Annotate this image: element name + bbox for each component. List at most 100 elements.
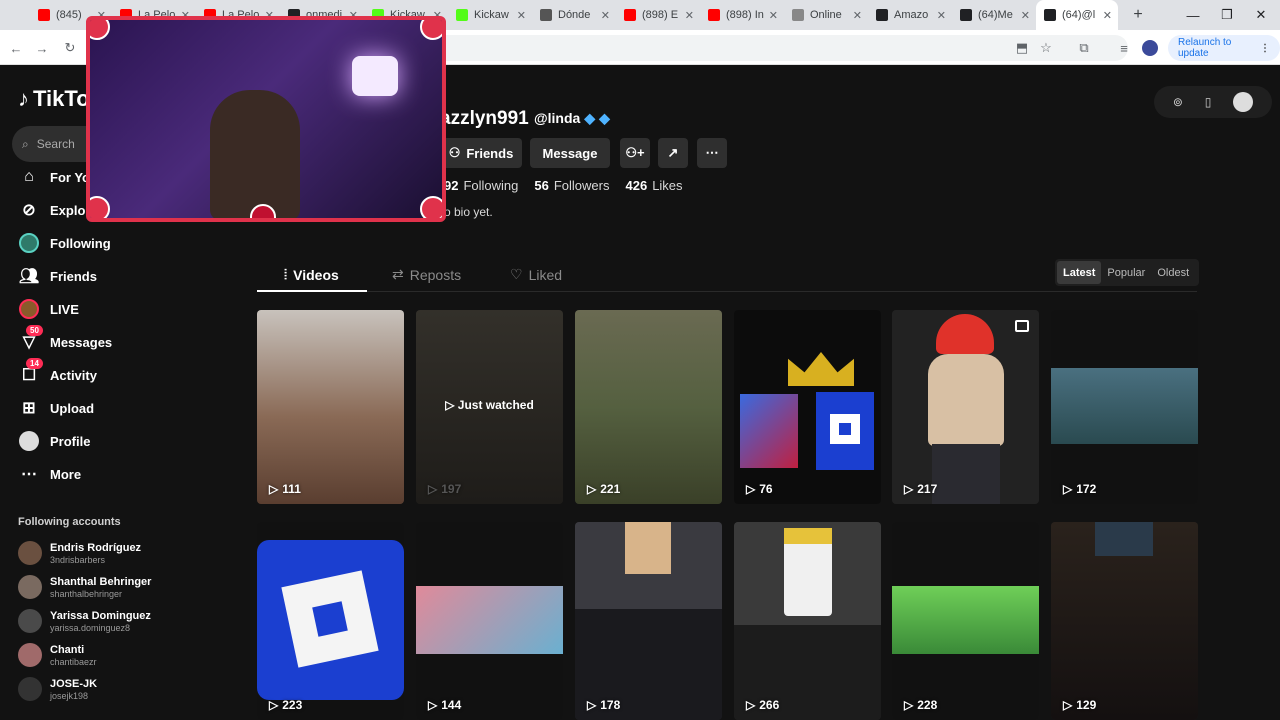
video-card[interactable]: ▷ 129 xyxy=(1051,522,1198,720)
sidebar-item-profile[interactable]: Profile xyxy=(18,430,90,452)
video-card[interactable]: ▷ 266 xyxy=(734,522,881,720)
new-tab-button[interactable]: + xyxy=(1126,3,1150,27)
sidebar-item-live[interactable]: LIVE xyxy=(18,298,79,320)
sort-oldest[interactable]: Oldest xyxy=(1151,261,1195,284)
just-watched-label: ▷ Just watched xyxy=(445,398,534,412)
sidebar-item-messages[interactable]: ▽ 50 Messages xyxy=(18,325,112,353)
following-stat[interactable]: 92 Following xyxy=(444,178,518,193)
close-tab-icon[interactable]: ✕ xyxy=(1103,9,1112,22)
browser-tab[interactable]: (898) E ✕ xyxy=(616,0,700,30)
maximize-button[interactable]: ❐ xyxy=(1210,0,1244,30)
message-button[interactable]: Message xyxy=(530,138,610,168)
following-account[interactable]: Endris Rodríguez 3ndrisbarbers xyxy=(18,538,141,568)
friends-icon: 👥︎ xyxy=(18,268,40,285)
video-card[interactable]: ▷ 178 xyxy=(575,522,722,720)
video-card[interactable]: ▷ 217 xyxy=(892,310,1039,504)
youtube-icon xyxy=(38,9,50,21)
tv-icon[interactable]: ⊚ xyxy=(1173,95,1183,109)
close-tab-icon[interactable]: ✕ xyxy=(853,9,862,22)
tab-liked[interactable]: ♡ Liked xyxy=(510,266,562,283)
sidebar-item-more[interactable]: ⋯ More xyxy=(18,463,81,485)
sort-popular[interactable]: Popular xyxy=(1101,261,1151,284)
video-card[interactable]: ▷ 228 xyxy=(892,522,1039,720)
close-tab-icon[interactable]: ✕ xyxy=(685,9,694,22)
avatar xyxy=(18,643,42,667)
active-tab-indicator xyxy=(257,290,367,292)
repost-icon: ⇄ xyxy=(392,266,404,282)
media-control-icon[interactable]: ≡ xyxy=(1114,38,1134,58)
following-account[interactable]: Chanti chantibaezr xyxy=(18,640,97,670)
close-tab-icon[interactable]: ✕ xyxy=(769,9,778,22)
kick-icon xyxy=(456,9,468,21)
extensions-icon[interactable]: ⧉ xyxy=(1074,38,1094,58)
followers-stat[interactable]: 56 Followers xyxy=(534,178,609,193)
browser-tab-active[interactable]: (64)@l ✕ xyxy=(1036,0,1118,30)
webcam-person xyxy=(210,90,300,218)
play-icon: ▷ xyxy=(445,398,458,412)
more-options-button[interactable]: ⋯ xyxy=(697,138,727,168)
sort-latest[interactable]: Latest xyxy=(1057,261,1102,284)
avatar xyxy=(18,677,42,701)
close-tab-icon[interactable]: ✕ xyxy=(517,9,526,22)
following-account[interactable]: Yarissa Dominguez yarissa.dominguez8 xyxy=(18,606,151,636)
friends-button[interactable]: ⚇ Friends xyxy=(440,138,522,168)
video-card[interactable]: ▷ 111 xyxy=(257,310,404,504)
share-icon: ↗ xyxy=(667,145,679,160)
sidebar-item-activity[interactable]: ☐ 14 Activity xyxy=(18,358,97,386)
play-icon: ▷ xyxy=(1063,698,1073,712)
browser-tab[interactable]: Online ✕ xyxy=(784,0,868,30)
add-friend-button[interactable]: ⚇+ xyxy=(620,138,650,168)
profile-username: azzlyn991 xyxy=(440,108,529,129)
globe-icon xyxy=(540,9,552,21)
close-tab-icon[interactable]: ✕ xyxy=(1021,9,1030,22)
search-icon: ⌕ xyxy=(22,136,29,151)
browser-tab[interactable]: Kickaw✕ xyxy=(448,0,532,30)
following-account[interactable]: Shanthal Behringer shanthalbehringer xyxy=(18,572,151,602)
video-card[interactable]: ▷ 223 xyxy=(257,522,404,720)
tab-reposts[interactable]: ⇄ Reposts xyxy=(392,266,461,283)
tab-videos[interactable]: ⦙ Videos xyxy=(284,266,339,283)
video-card[interactable]: ▷ 172 xyxy=(1051,310,1198,504)
profile-avatar-icon[interactable] xyxy=(1140,38,1160,58)
video-card[interactable]: ▷ 221 xyxy=(575,310,722,504)
live-icon xyxy=(18,298,40,320)
user-avatar-icon[interactable] xyxy=(1233,92,1254,112)
sidebar-item-upload[interactable]: ⊞ Upload xyxy=(18,397,94,419)
kebab-menu-icon[interactable]: ⋮ xyxy=(1260,43,1270,54)
reload-icon[interactable]: ↻ xyxy=(60,38,80,58)
heart-icon: ♡ xyxy=(510,266,523,282)
cloud-decoration xyxy=(420,20,442,40)
activity-icon: ☐ 14 xyxy=(18,358,43,386)
back-icon[interactable]: ← xyxy=(6,38,26,58)
video-card[interactable]: ▷ 144 xyxy=(416,522,563,720)
view-count: ▷ 178 xyxy=(587,698,621,712)
following-account[interactable]: JOSE-JK josejk198 xyxy=(18,674,97,704)
bookmark-star-icon[interactable]: ☆ xyxy=(1036,38,1056,58)
forward-icon[interactable]: → xyxy=(32,38,52,58)
video-thumbnail xyxy=(734,310,881,504)
avatar xyxy=(18,541,42,565)
compass-icon: ⊘ xyxy=(22,202,36,219)
share-button[interactable]: ↗ xyxy=(658,138,688,168)
browser-tab[interactable]: Amazo ✕ xyxy=(868,0,952,30)
sidebar-item-following[interactable]: Following xyxy=(18,232,111,254)
sidebar-item-friends[interactable]: 👥︎ Friends xyxy=(18,265,97,287)
view-count: ▷ 111 xyxy=(269,482,301,496)
relaunch-update-button[interactable]: Relaunch to update ⋮ xyxy=(1168,35,1280,61)
browser-tab[interactable]: (64)Me ✕ xyxy=(952,0,1036,30)
cloud-decoration xyxy=(90,196,110,218)
browser-tab[interactable]: Dónde ✕ xyxy=(532,0,616,30)
close-tab-icon[interactable]: ✕ xyxy=(601,9,610,22)
view-count: ▷ 217 xyxy=(904,482,938,496)
close-window-button[interactable]: ✕ xyxy=(1244,0,1278,30)
play-icon: ▷ xyxy=(746,698,756,712)
minimize-button[interactable]: — xyxy=(1176,0,1210,30)
video-card[interactable]: ▷ 76 xyxy=(734,310,881,504)
activity-badge: 14 xyxy=(26,358,43,369)
phone-icon[interactable]: ▯ xyxy=(1205,95,1212,109)
close-tab-icon[interactable]: ✕ xyxy=(937,9,946,22)
install-icon[interactable]: ⬒ xyxy=(1012,38,1032,58)
video-card[interactable]: ▷ Just watched ▷ 197 xyxy=(416,310,563,504)
more-icon: ⋯ xyxy=(705,145,719,160)
browser-tab[interactable]: (898) In ✕ xyxy=(700,0,784,30)
